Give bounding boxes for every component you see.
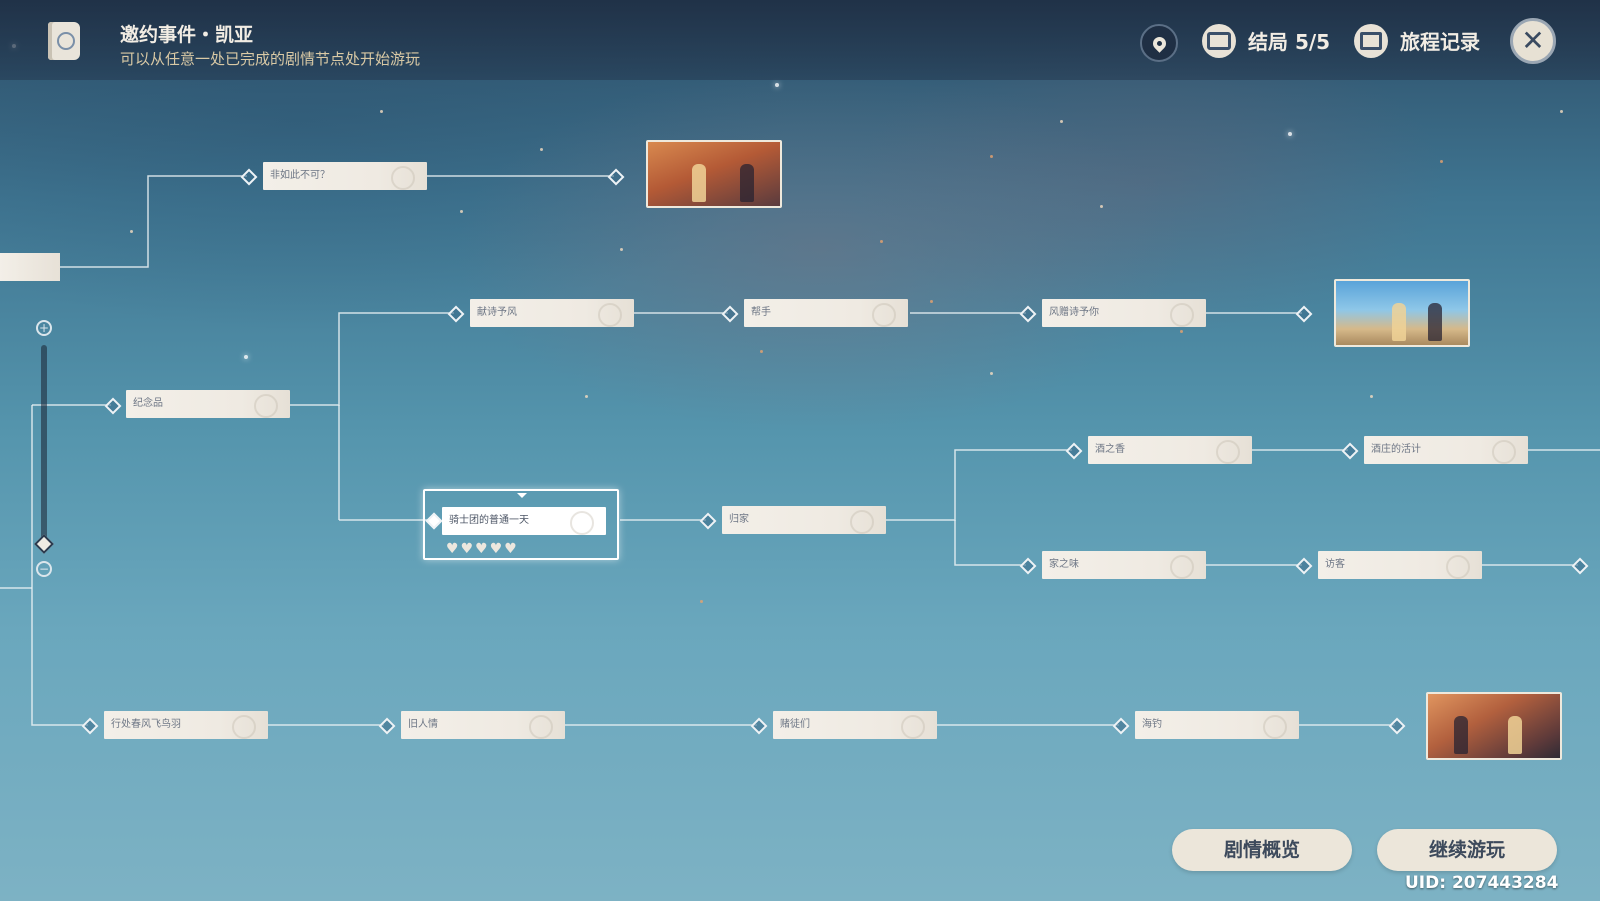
node-connector (1065, 442, 1083, 460)
story-node[interactable]: 风赠诗予你 (1042, 299, 1206, 327)
story-node[interactable]: 归家 (722, 506, 886, 534)
story-node[interactable]: 帮手 (744, 299, 908, 327)
story-node[interactable]: 家之味 (1042, 551, 1206, 579)
node-connector (607, 168, 625, 186)
node-connector (81, 717, 99, 735)
node-connector (1341, 442, 1359, 460)
continue-play-button[interactable]: 继续游玩 (1377, 829, 1557, 871)
story-node[interactable]: 非如此不可？ (263, 162, 427, 190)
node-connector (750, 717, 768, 735)
story-node-selected[interactable]: 骑士团的普通一天 (442, 507, 606, 535)
endings-button[interactable] (1202, 24, 1236, 58)
heart-icon: ♥ (446, 541, 459, 557)
zoom-out-button[interactable]: − (36, 561, 52, 577)
photo-icon (1360, 32, 1382, 50)
zoom-slider-track[interactable] (41, 345, 47, 545)
node-connector (1295, 305, 1313, 323)
endings-icon (1207, 32, 1231, 50)
node-connector (721, 305, 739, 323)
story-node[interactable]: 献诗予风 (470, 299, 634, 327)
node-connector (1571, 557, 1589, 575)
node-connector (378, 717, 396, 735)
story-node[interactable]: 行处春风飞鸟羽 (104, 711, 268, 739)
node-connector (1019, 557, 1037, 575)
book-icon (48, 22, 80, 60)
zoom-in-button[interactable]: + (36, 320, 52, 336)
story-node[interactable]: 旧人情 (401, 711, 565, 739)
node-connector (240, 168, 258, 186)
node-connector (1019, 305, 1037, 323)
starfield (0, 0, 1600, 901)
close-button[interactable]: ✕ (1510, 18, 1556, 64)
story-connections (0, 175, 1600, 726)
chevron-down-icon (517, 493, 527, 498)
story-node[interactable]: 访客 (1318, 551, 1482, 579)
heart-icon: ♥ (504, 541, 517, 557)
page-title: 邀约事件・凯亚 (120, 24, 254, 46)
story-node[interactable]: 赌徒们 (773, 711, 937, 739)
story-node[interactable]: 酒之香 (1088, 436, 1252, 464)
location-button[interactable] (1140, 24, 1178, 62)
uid-label: UID: 207443284 (1405, 873, 1559, 893)
node-connector (1388, 717, 1406, 735)
close-icon: ✕ (1521, 24, 1545, 57)
zoom-slider-handle[interactable] (34, 534, 54, 554)
journey-record-label[interactable]: 旅程记录 (1400, 26, 1480, 55)
story-node[interactable]: 酒庄的活计 (1364, 436, 1528, 464)
node-connector (104, 397, 122, 415)
heart-icon: ♥ (489, 541, 503, 557)
node-connector (1112, 717, 1130, 735)
ending-beach[interactable] (1334, 279, 1470, 347)
ending-sunset[interactable] (646, 140, 782, 208)
node-connector (447, 305, 465, 323)
location-pin-icon (1149, 33, 1169, 53)
page-subtitle: 可以从任意一处已完成的剧情节点处开始游玩 (120, 50, 421, 68)
story-node-offscreen[interactable] (0, 253, 60, 281)
journey-record-button[interactable] (1354, 24, 1388, 58)
affinity-hearts: ♥ ♥ ♥ ♥ ♥ (446, 542, 517, 556)
ending-rock[interactable] (1426, 692, 1562, 760)
story-overview-button[interactable]: 剧情概览 (1172, 829, 1352, 871)
top-bar: 邀约事件・凯亚 可以从任意一处已完成的剧情节点处开始游玩 结局 5/5 旅程记录… (0, 0, 1600, 80)
heart-icon: ♥ (460, 541, 474, 557)
heart-icon: ♥ (475, 541, 488, 557)
story-node[interactable]: 纪念品 (126, 390, 290, 418)
node-connector (699, 512, 717, 530)
node-connector (1295, 557, 1313, 575)
background-nebula (0, 0, 1600, 901)
story-node[interactable]: 海钓 (1135, 711, 1299, 739)
endings-count[interactable]: 结局 5/5 (1248, 26, 1330, 55)
